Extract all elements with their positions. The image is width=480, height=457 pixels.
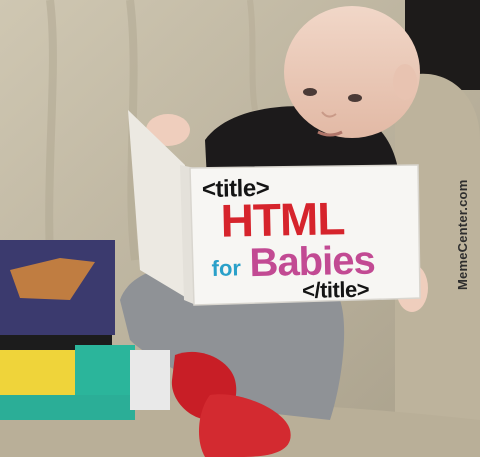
book-for-word: for bbox=[211, 255, 242, 281]
book-tag-close: </title> bbox=[301, 276, 370, 304]
book-cover-text: <title> HTML for Babies </title> bbox=[192, 168, 417, 307]
watermark: MemeCenter.com bbox=[455, 179, 470, 290]
yellow-book bbox=[0, 350, 75, 395]
book-title: HTML bbox=[220, 192, 345, 247]
photo: <title> HTML for Babies </title> MemeCen… bbox=[0, 0, 480, 457]
